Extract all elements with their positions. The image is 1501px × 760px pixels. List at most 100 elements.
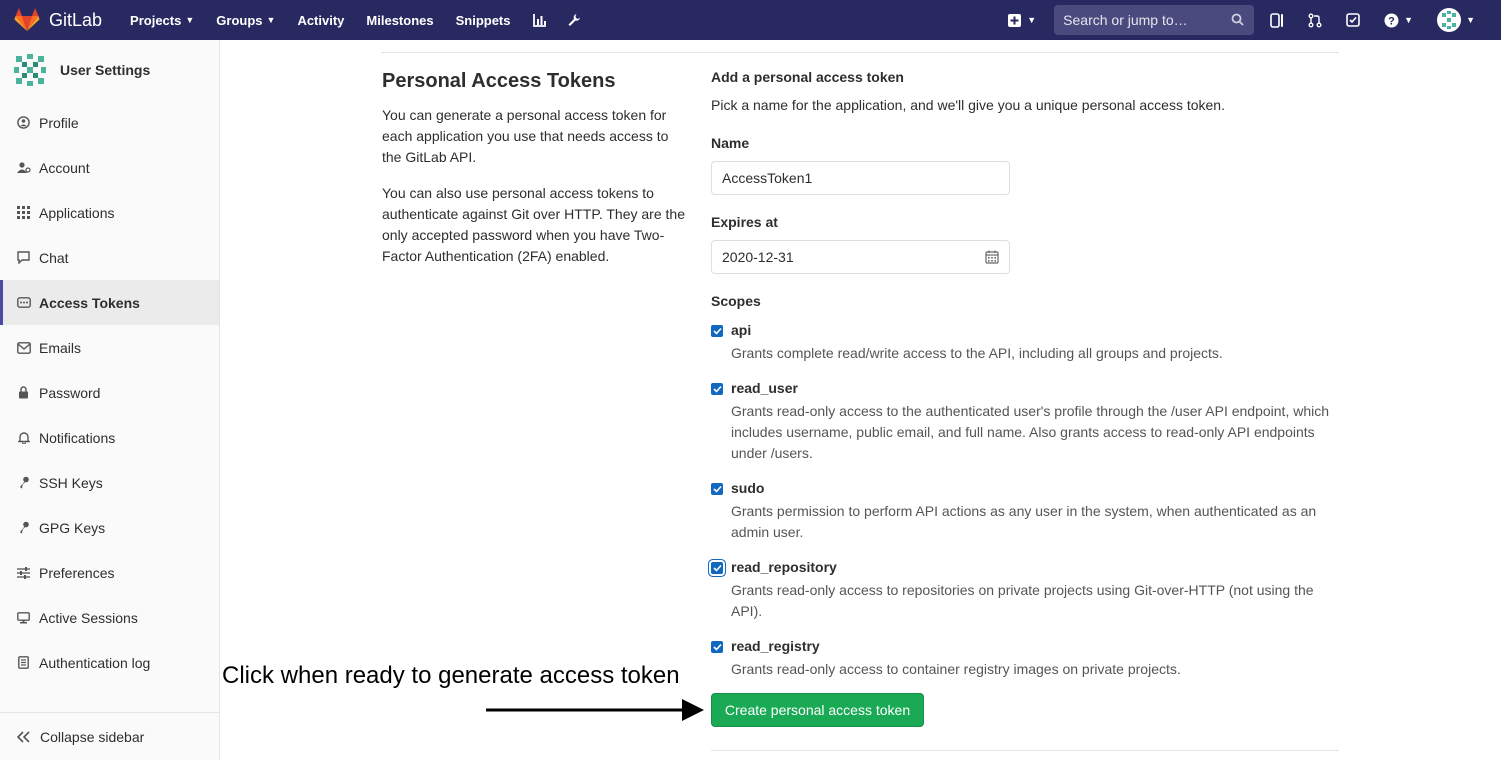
sidebar-item-applications[interactable]: Applications <box>0 190 219 235</box>
sidebar-item-label: Chat <box>39 249 69 266</box>
scope-checkbox[interactable] <box>711 641 723 653</box>
new-dropdown-button[interactable]: ▼ <box>1008 13 1036 27</box>
todo-check-icon[interactable] <box>1346 13 1360 27</box>
gitlab-logo-icon <box>14 8 40 31</box>
scope-name[interactable]: sudo <box>731 480 764 496</box>
scope-checkbox[interactable] <box>711 562 723 574</box>
annotation-text: Click when ready to generate access toke… <box>222 662 680 689</box>
key-icon <box>16 475 31 490</box>
nav-groups-label: Groups <box>216 12 263 28</box>
help-dropdown[interactable]: ? ▼ <box>1384 13 1413 28</box>
create-token-button[interactable]: Create personal access token <box>711 693 924 727</box>
token-name-input[interactable]: AccessToken1 <box>711 161 1010 195</box>
calendar-icon[interactable] <box>985 250 999 264</box>
brand-name: GitLab <box>49 9 103 30</box>
log-icon <box>16 655 31 670</box>
check-icon <box>712 385 722 393</box>
account-icon <box>16 160 31 175</box>
sidebar-item-label: Applications <box>39 204 115 221</box>
scope-checkbox[interactable] <box>711 483 723 495</box>
form-heading: Add a personal access token <box>711 69 904 85</box>
sidebar-item-access-tokens[interactable]: Access Tokens <box>0 280 219 325</box>
intro-paragraph: You can also use personal access tokens … <box>382 185 685 264</box>
mail-icon <box>16 340 31 355</box>
scopes-label: Scopes <box>711 293 761 309</box>
scope-name[interactable]: api <box>731 322 751 338</box>
form-description: Pick a name for the application, and we'… <box>711 97 1225 113</box>
user-menu[interactable]: ▼ <box>1437 8 1475 32</box>
chevron-down-icon: ▼ <box>266 15 276 25</box>
chevron-down-icon: ▼ <box>1466 15 1475 25</box>
sidebar-item-preferences[interactable]: Preferences <box>0 550 219 595</box>
scope-checkbox[interactable] <box>711 325 723 337</box>
intro-paragraph: You can generate a personal access token… <box>382 107 669 165</box>
lock-icon <box>16 385 31 400</box>
scope-checkbox[interactable] <box>711 383 723 395</box>
expires-date-value: 2020-12-31 <box>722 249 794 265</box>
search-icon <box>1231 13 1244 26</box>
bell-icon <box>16 430 31 445</box>
sidebar-item-notifications[interactable]: Notifications <box>0 415 219 460</box>
nav-groups[interactable]: Groups ▼ <box>216 13 275 28</box>
sidebar-item-label: SSH Keys <box>39 474 103 491</box>
user-avatar <box>1437 8 1462 32</box>
check-icon <box>712 564 722 572</box>
sidebar-title: User Settings <box>60 62 151 78</box>
monitor-icon <box>16 610 31 625</box>
nav-activity[interactable]: Activity <box>297 13 344 28</box>
double-chevron-left-icon <box>16 730 32 743</box>
sidebar-item-chat[interactable]: Chat <box>0 235 219 280</box>
preferences-icon <box>16 565 31 580</box>
merge-request-icon[interactable] <box>1308 13 1322 28</box>
expires-date-input[interactable]: 2020-12-31 <box>711 240 1010 274</box>
sidebar-header[interactable]: User Settings <box>0 40 219 100</box>
nav-snippets[interactable]: Snippets <box>456 13 511 28</box>
sidebar-item-password[interactable]: Password <box>0 370 219 415</box>
check-icon <box>712 485 722 493</box>
sidebar-item-label: Emails <box>39 339 82 356</box>
intro-section: Personal Access Tokens You can generate … <box>382 70 687 282</box>
sidebar-item-authentication-log[interactable]: Authentication log <box>0 640 219 685</box>
plus-square-icon <box>1008 13 1022 27</box>
sidebar-item-label: Active Sessions <box>39 609 138 626</box>
wrench-icon[interactable] <box>567 13 581 27</box>
help-icon: ? <box>1384 13 1399 27</box>
sidebar-item-label: Account <box>39 159 90 176</box>
sidebar-item-ssh-keys[interactable]: SSH Keys <box>0 460 219 505</box>
token-name-value: AccessToken1 <box>722 170 813 186</box>
sidebar-toggle-icon[interactable] <box>1270 12 1284 28</box>
chevron-down-icon: ▼ <box>1404 15 1414 25</box>
settings-sidebar: User Settings Profile Account Applicatio… <box>0 40 220 760</box>
chart-icon[interactable] <box>532 13 547 27</box>
sidebar-item-emails[interactable]: Emails <box>0 325 219 370</box>
check-icon <box>712 643 722 651</box>
nav-milestones[interactable]: Milestones <box>366 13 433 28</box>
sidebar-item-active-sessions[interactable]: Active Sessions <box>0 595 219 640</box>
arrow-right-icon <box>486 699 704 721</box>
collapse-sidebar-button[interactable]: Collapse sidebar <box>0 712 219 760</box>
token-icon <box>16 295 31 310</box>
gitlab-home-link[interactable]: GitLab <box>14 0 102 40</box>
scope-description: Grants read-only access to container reg… <box>731 661 1181 677</box>
top-navbar: GitLab Projects ▼ Groups ▼ Activity Milest… <box>0 0 1501 40</box>
sidebar-item-profile[interactable]: Profile <box>0 100 219 145</box>
name-label: Name <box>711 135 750 151</box>
sidebar-item-label: Preferences <box>39 564 115 581</box>
search-input[interactable]: Search or jump to… <box>1054 5 1255 35</box>
nav-projects[interactable]: Projects ▼ <box>130 13 194 28</box>
sidebar-item-gpg-keys[interactable]: GPG Keys <box>0 505 219 550</box>
scope-name[interactable]: read_repository <box>731 559 837 575</box>
user-avatar <box>12 52 48 88</box>
check-icon <box>712 327 722 335</box>
sidebar-item-account[interactable]: Account <box>0 145 219 190</box>
scope-description: Grants complete read/write access to the… <box>731 345 1223 361</box>
divider <box>711 750 1339 751</box>
nav-projects-label: Projects <box>130 12 182 28</box>
chat-icon <box>16 250 31 265</box>
scope-name[interactable]: read_registry <box>731 638 820 654</box>
sidebar-item-label: Access Tokens <box>39 294 140 311</box>
scope-name[interactable]: read_user <box>731 380 798 396</box>
applications-icon <box>16 205 31 220</box>
scope-description: Grants read-only access to repositories … <box>731 582 1314 619</box>
scope-description: Grants read-only access to the authentic… <box>731 403 1330 461</box>
